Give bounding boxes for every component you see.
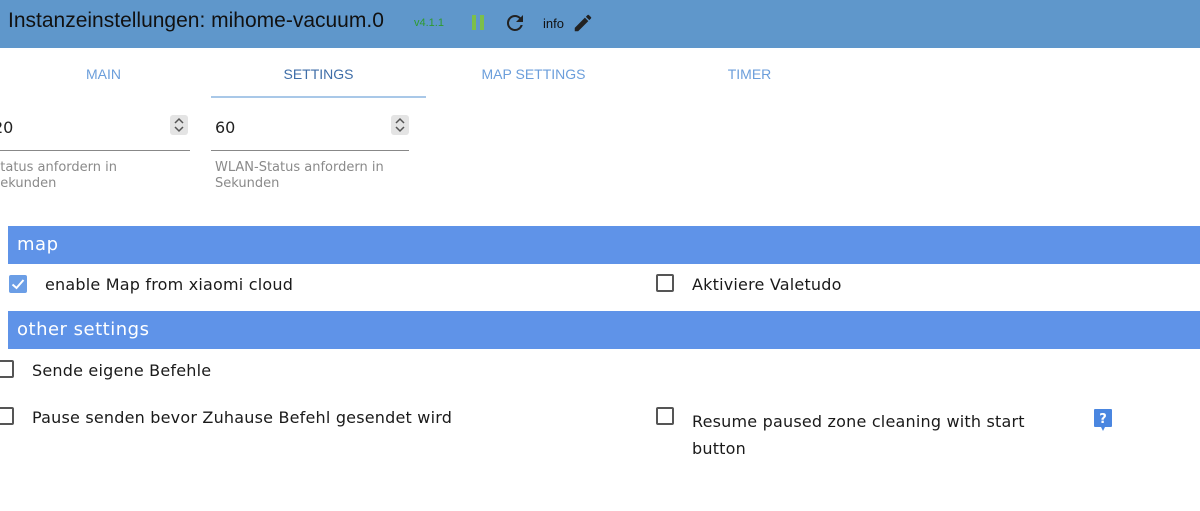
wlan-interval-help: WLAN-Status anfordern in Sekunden <box>215 160 384 191</box>
app-header: Instanzeinstellungen: mihome-vacuum.0 v4… <box>0 0 1200 48</box>
section-map-header: map <box>8 226 1200 264</box>
tab-main[interactable]: MAIN <box>0 52 211 98</box>
spinner-icon[interactable] <box>170 115 188 135</box>
info-label[interactable]: info <box>543 16 564 31</box>
status-interval-value[interactable]: 20 <box>0 118 13 137</box>
pause-before-home-label[interactable]: Pause senden bevor Zuhause Befehl gesend… <box>32 408 452 427</box>
tab-map-settings[interactable]: MAP SETTINGS <box>426 52 641 98</box>
reload-icon[interactable] <box>503 11 527 35</box>
resume-zone-checkbox[interactable] <box>656 407 674 425</box>
status-interval-input[interactable]: 20 <box>0 112 190 151</box>
valetudo-checkbox[interactable] <box>656 274 674 292</box>
svg-text:?: ? <box>1099 412 1107 427</box>
enable-map-cloud-checkbox[interactable] <box>9 275 27 293</box>
version-label: v4.1.1 <box>414 17 444 29</box>
resume-zone-label[interactable]: Resume paused zone cleaning with start b… <box>692 408 1052 462</box>
checkmark-icon <box>11 279 25 290</box>
valetudo-label[interactable]: Aktiviere Valetudo <box>692 275 842 294</box>
spinner-icon[interactable] <box>391 115 409 135</box>
send-own-commands-checkbox[interactable] <box>0 360 14 378</box>
pause-icon[interactable] <box>472 14 486 32</box>
edit-icon[interactable] <box>572 12 594 34</box>
section-other-header: other settings <box>8 311 1200 349</box>
help-icon[interactable]: ? <box>1093 408 1113 432</box>
enable-map-cloud-label[interactable]: enable Map from xiaomi cloud <box>45 275 293 294</box>
tab-settings[interactable]: SETTINGS <box>211 52 426 98</box>
page-title: Instanzeinstellungen: mihome-vacuum.0 <box>8 9 384 32</box>
wlan-interval-input[interactable]: 60 <box>211 112 409 151</box>
section-map-title: map <box>17 234 59 255</box>
send-own-commands-label[interactable]: Sende eigene Befehle <box>32 361 211 380</box>
tab-timer[interactable]: TIMER <box>642 52 857 98</box>
section-other-title: other settings <box>17 319 150 340</box>
wlan-interval-value[interactable]: 60 <box>215 118 235 137</box>
status-interval-help: Status anfordern in Sekunden <box>0 160 117 191</box>
pause-before-home-checkbox[interactable] <box>0 407 14 425</box>
